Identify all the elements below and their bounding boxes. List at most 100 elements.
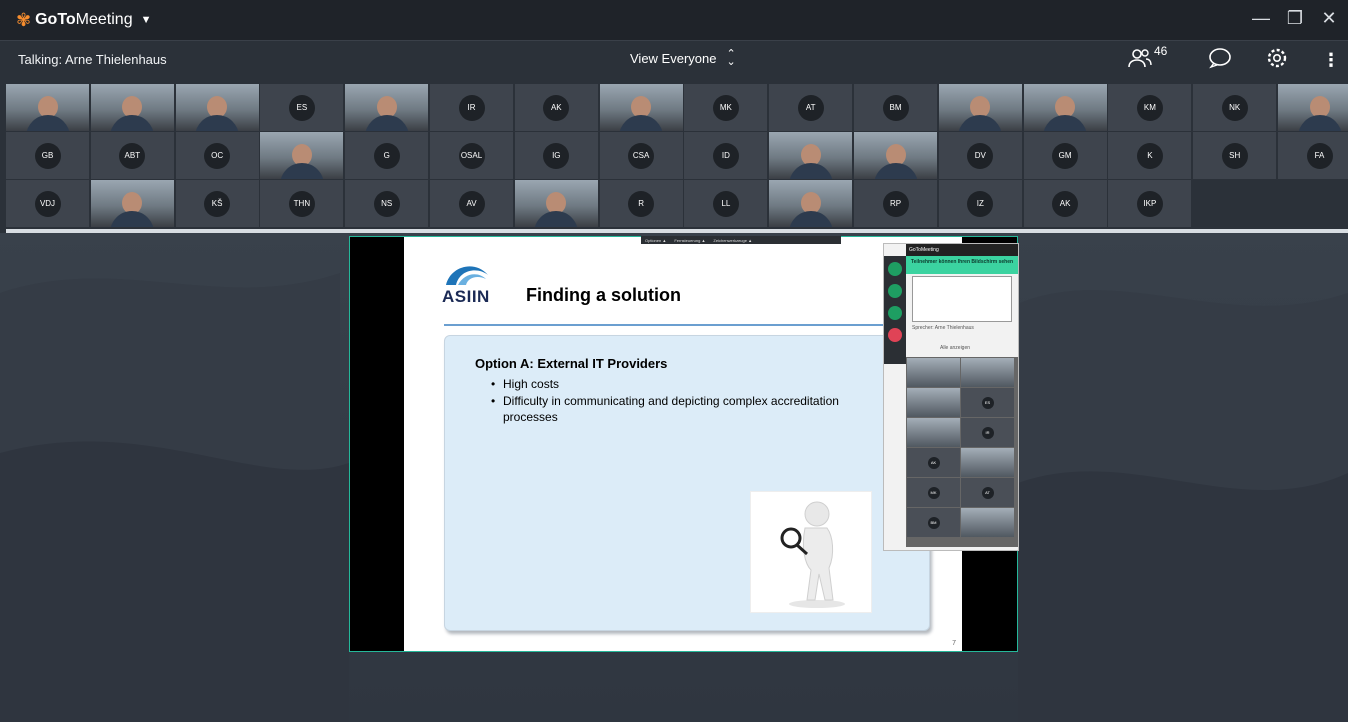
participant-initials: THN bbox=[288, 190, 315, 217]
participant-video-tile[interactable] bbox=[1023, 84, 1107, 131]
share-tool-3[interactable]: Zeichenwerkzeuge ▲ bbox=[713, 238, 752, 243]
option-bullets: High costs Difficulty in communicating a… bbox=[491, 376, 881, 426]
participant-tile[interactable]: AK bbox=[1023, 180, 1107, 227]
participant-tile[interactable]: RP bbox=[854, 180, 937, 227]
participant-video-body bbox=[364, 115, 409, 131]
participant-tile[interactable]: KŠ bbox=[175, 180, 259, 227]
participant-initials: MK bbox=[712, 94, 739, 121]
participant-video-tile[interactable] bbox=[1278, 84, 1348, 131]
view-selector[interactable]: View Everyone ⌃ ⌄ bbox=[630, 49, 736, 68]
app-logo[interactable]: ✾ GoTo Meeting ▼ bbox=[16, 10, 151, 31]
participant-tile[interactable]: G bbox=[345, 132, 429, 179]
view-label: View Everyone bbox=[630, 50, 717, 66]
participant-video-tile[interactable] bbox=[260, 132, 344, 179]
mini-gotomeeting-window[interactable]: GoToMeeting Teilnehmer können Ihren Bild… bbox=[883, 243, 1019, 551]
window-controls: — ❐ ✕ bbox=[1252, 8, 1338, 29]
participant-tile[interactable]: AT bbox=[769, 84, 853, 131]
mini-participant-tile bbox=[907, 388, 960, 417]
caret-down-icon[interactable]: ▼ bbox=[141, 14, 152, 26]
share-tool-1[interactable]: Optionen ▲ bbox=[645, 238, 666, 243]
participant-tile[interactable]: R bbox=[599, 180, 683, 227]
participant-tile[interactable]: THN bbox=[260, 180, 344, 227]
participant-video-tile[interactable] bbox=[514, 180, 598, 227]
participant-initials: AV bbox=[458, 190, 485, 217]
participant-tile[interactable]: IKP bbox=[1108, 180, 1192, 227]
slide-title: Finding a solution bbox=[526, 285, 681, 305]
chat-button[interactable] bbox=[1208, 47, 1232, 74]
participant-tile[interactable]: GB bbox=[6, 132, 89, 179]
participant-tile[interactable]: VDJ bbox=[6, 180, 89, 227]
participant-tile[interactable]: IR bbox=[430, 84, 513, 131]
participant-video-tile[interactable] bbox=[175, 84, 259, 131]
participant-video-tile[interactable] bbox=[90, 84, 174, 131]
meeting-toolbar: Talking: Arne Thielenhaus View Everyone … bbox=[0, 40, 1348, 77]
minimize-icon[interactable]: — bbox=[1252, 8, 1270, 29]
close-icon[interactable]: ✕ bbox=[1320, 8, 1338, 29]
participant-video-tile[interactable] bbox=[599, 84, 683, 131]
bullet-item: High costs bbox=[491, 376, 881, 392]
participant-tile[interactable]: BM bbox=[854, 84, 937, 131]
participant-tile[interactable]: NS bbox=[345, 180, 429, 227]
share-toolbar[interactable]: Optionen ▲ Fernsteuerung ▲ Zeichenwerkze… bbox=[641, 236, 841, 244]
participant-tile[interactable]: GM bbox=[1023, 132, 1107, 179]
participant-tile[interactable]: ES bbox=[260, 84, 344, 131]
participant-video-body bbox=[788, 163, 833, 179]
chat-icon bbox=[1209, 48, 1231, 69]
share-tool-2[interactable]: Fernsteuerung ▲ bbox=[674, 238, 705, 243]
participant-video-tile[interactable] bbox=[769, 132, 853, 179]
participant-video-tile[interactable] bbox=[90, 180, 174, 227]
participant-initials: R bbox=[628, 190, 655, 217]
mic-icon[interactable] bbox=[888, 262, 902, 276]
settings-button[interactable] bbox=[1266, 47, 1288, 74]
mini-participant-tile: ES bbox=[961, 388, 1014, 417]
camera-icon[interactable] bbox=[888, 284, 902, 298]
mini-control-bar bbox=[884, 256, 906, 364]
participant-video-tile[interactable] bbox=[6, 84, 89, 131]
participant-video-body bbox=[873, 163, 918, 179]
participant-tile[interactable]: K bbox=[1108, 132, 1192, 179]
participant-initials: GM bbox=[1052, 142, 1079, 169]
slide-page-number: 7 bbox=[952, 640, 956, 647]
mini-participant-tile: AK bbox=[907, 448, 960, 477]
participant-initials: KM bbox=[1136, 94, 1163, 121]
mini-participant-tile: IR bbox=[961, 418, 1014, 447]
participant-video-body bbox=[279, 163, 324, 179]
mini-participant-tile bbox=[961, 358, 1014, 387]
participant-tile[interactable]: AV bbox=[430, 180, 513, 227]
logo-suffix: Meeting bbox=[75, 11, 133, 28]
participant-tile[interactable]: IZ bbox=[938, 180, 1022, 227]
bullet-item: Difficulty in communicating and depictin… bbox=[491, 393, 881, 425]
leave-icon[interactable] bbox=[888, 328, 902, 342]
attendees-button[interactable]: 46 bbox=[1128, 44, 1167, 73]
option-heading: Option A: External IT Providers bbox=[475, 356, 668, 371]
participant-tile[interactable]: IG bbox=[514, 132, 598, 179]
mini-participant-tile bbox=[961, 448, 1014, 477]
gear-icon bbox=[1267, 48, 1287, 68]
participant-video-tile[interactable] bbox=[938, 84, 1022, 131]
participant-initials: RP bbox=[882, 190, 909, 217]
participant-video-body bbox=[534, 211, 579, 227]
participant-tile[interactable]: OC bbox=[175, 132, 259, 179]
participant-initials: IR bbox=[458, 94, 485, 121]
participant-tile[interactable]: FA bbox=[1278, 132, 1348, 179]
option-box: Option A: External IT Providers High cos… bbox=[444, 335, 930, 631]
participant-tile[interactable]: CSA bbox=[599, 132, 683, 179]
participant-tile[interactable]: OSAL bbox=[430, 132, 513, 179]
participant-tile[interactable]: AK bbox=[514, 84, 598, 131]
participant-video-tile[interactable] bbox=[345, 84, 429, 131]
mini-participant-grid: ES IR AK MK AT BM bbox=[906, 357, 1018, 547]
screen-icon[interactable] bbox=[888, 306, 902, 320]
participant-video-tile[interactable] bbox=[854, 132, 937, 179]
participant-tile[interactable]: LL bbox=[684, 180, 768, 227]
mini-view-all[interactable]: Alle anzeigen bbox=[940, 345, 970, 351]
participant-tile[interactable]: DV bbox=[938, 132, 1022, 179]
participant-tile[interactable]: KM bbox=[1108, 84, 1192, 131]
restore-icon[interactable]: ❐ bbox=[1286, 8, 1304, 29]
participant-tile[interactable]: ABT bbox=[90, 132, 174, 179]
participant-tile[interactable]: ID bbox=[684, 132, 768, 179]
participant-tile[interactable]: NK bbox=[1193, 84, 1277, 131]
participant-tile[interactable]: MK bbox=[684, 84, 768, 131]
more-options-icon[interactable]: ⋮ bbox=[1322, 50, 1340, 71]
participant-tile[interactable]: SH bbox=[1193, 132, 1277, 179]
participant-video-tile[interactable] bbox=[769, 180, 853, 227]
